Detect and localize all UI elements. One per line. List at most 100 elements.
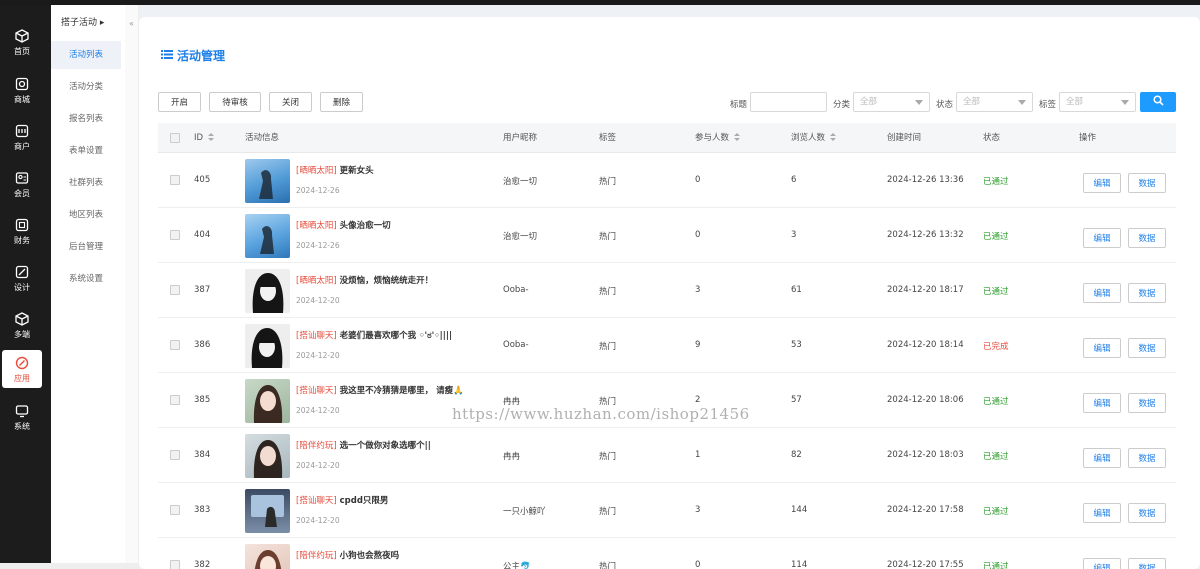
data-button[interactable]: 数据 <box>1128 283 1166 303</box>
row-checkbox[interactable] <box>170 395 180 405</box>
edit-button[interactable]: 编辑 <box>1083 338 1121 358</box>
rail-item-home[interactable]: 首页 <box>2 23 42 61</box>
row-checkbox[interactable] <box>170 175 180 185</box>
activity-title[interactable]: [陪伴约玩] 选一个做你对象选哪个|| <box>296 439 431 451</box>
status-filter-value: 全部 <box>963 97 981 107</box>
tag: 热门 <box>599 507 617 517</box>
rail-item-multi[interactable]: 多端 <box>2 306 42 344</box>
activity-title[interactable]: [晒晒太阳] 没烦恼，烦恼统统走开！ <box>296 274 433 286</box>
data-button[interactable]: 数据 <box>1128 228 1166 248</box>
tag-filter-select[interactable]: 全部 <box>1059 92 1136 112</box>
rail-item-mall[interactable]: 商城 <box>2 71 42 109</box>
activity-thumbnail[interactable] <box>245 379 290 423</box>
data-button[interactable]: 数据 <box>1128 448 1166 468</box>
sub-menu-title[interactable]: 搭子活动 ▸ <box>61 15 104 28</box>
rail-label: 会员 <box>14 188 30 198</box>
sub-item-form-settings[interactable]: 表单设置 <box>51 137 121 165</box>
activity-thumbnail[interactable] <box>245 434 290 478</box>
row-checkbox[interactable] <box>170 230 180 240</box>
sub-item-region-list[interactable]: 地区列表 <box>51 201 121 229</box>
edit-button[interactable]: 编辑 <box>1083 393 1121 413</box>
activity-category: [陪伴约玩] <box>296 441 337 451</box>
delete-button[interactable]: 删除 <box>320 92 363 112</box>
activity-title[interactable]: [陪伴约玩] 小狗也会熬夜吗 <box>296 549 399 561</box>
edit-button[interactable]: 编辑 <box>1083 283 1121 303</box>
th-id[interactable]: ID <box>194 123 215 153</box>
tag-filter-value: 全部 <box>1066 97 1084 107</box>
user-nickname: Ooba- <box>503 340 529 350</box>
search-button[interactable] <box>1140 92 1176 112</box>
sub-item-signup-list[interactable]: 报名列表 <box>51 105 121 133</box>
rail-item-member[interactable]: 会员 <box>2 165 42 203</box>
chevron-down-icon <box>1018 100 1026 105</box>
status-filter-select[interactable]: 全部 <box>956 92 1033 112</box>
activity-category: [晒晒太阳] <box>296 276 337 286</box>
rail-label: 财务 <box>14 235 30 245</box>
activity-thumbnail[interactable] <box>245 324 290 368</box>
view-count: 3 <box>791 230 797 240</box>
category-filter-select[interactable]: 全部 <box>853 92 930 112</box>
list-icon <box>161 49 173 63</box>
th-view-count[interactable]: 浏览人数 <box>791 123 837 153</box>
data-button[interactable]: 数据 <box>1128 173 1166 193</box>
created-time: 2024-12-20 17:58 <box>887 505 964 515</box>
th-status: 状态 <box>983 133 1001 143</box>
title-filter-input[interactable] <box>750 92 827 112</box>
th-view-count-text: 浏览人数 <box>791 133 826 143</box>
rail-item-finance[interactable]: 财务 <box>2 212 42 250</box>
activity-category: [晒晒太阳] <box>296 221 337 231</box>
row-checkbox[interactable] <box>170 450 180 460</box>
open-button[interactable]: 开启 <box>158 92 201 112</box>
table-row: 382 [陪伴约玩] 小狗也会熬夜吗 2024-12-20 公主🐬 热门 0 1… <box>158 538 1176 569</box>
activity-title[interactable]: [搭讪聊天] 老婆们最喜欢哪个我 ◦'ಠ'◦|||| <box>296 329 452 341</box>
select-all-checkbox[interactable] <box>170 133 180 143</box>
activity-thumbnail[interactable] <box>245 159 290 203</box>
sub-item-admin[interactable]: 后台管理 <box>51 233 121 261</box>
edit-button[interactable]: 编辑 <box>1083 558 1121 569</box>
row-checkbox[interactable] <box>170 505 180 515</box>
data-button[interactable]: 数据 <box>1128 393 1166 413</box>
collapse-sidebar-button[interactable]: « <box>125 5 139 569</box>
th-join-count[interactable]: 参与人数 <box>695 123 741 153</box>
user-nickname: 治愈一切 <box>503 177 538 187</box>
sub-item-system-settings[interactable]: 系统设置 <box>51 265 121 293</box>
data-button[interactable]: 数据 <box>1128 558 1166 569</box>
activity-thumbnail[interactable] <box>245 269 290 313</box>
edit-button[interactable]: 编辑 <box>1083 173 1121 193</box>
activity-title[interactable]: [晒晒太阳] 更新女头 <box>296 164 374 176</box>
multi-terminal-icon <box>14 311 30 327</box>
activity-thumbnail[interactable] <box>245 489 290 533</box>
sub-item-community-list[interactable]: 社群列表 <box>51 169 121 197</box>
row-checkbox[interactable] <box>170 285 180 295</box>
app-icon <box>14 355 30 371</box>
view-count: 57 <box>791 395 802 405</box>
row-checkbox[interactable] <box>170 340 180 350</box>
edit-button[interactable]: 编辑 <box>1083 503 1121 523</box>
sub-item-activity-category[interactable]: 活动分类 <box>51 73 121 101</box>
pending-review-button[interactable]: 待审核 <box>209 92 261 112</box>
activity-title[interactable]: [搭讪聊天] cpdd只限男 <box>296 494 388 506</box>
rail-item-apps[interactable]: 应用 <box>2 350 42 388</box>
tag: 热门 <box>599 287 617 297</box>
row-id: 386 <box>194 340 211 350</box>
data-button[interactable]: 数据 <box>1128 338 1166 358</box>
created-time: 2024-12-20 18:03 <box>887 450 964 460</box>
activity-title[interactable]: [搭讪聊天] 我这里不冷猜猜是哪里， 请瘦🙏 <box>296 384 464 396</box>
edit-button[interactable]: 编辑 <box>1083 228 1121 248</box>
rail-item-design[interactable]: 设计 <box>2 259 42 297</box>
close-button[interactable]: 关闭 <box>269 92 312 112</box>
edit-button[interactable]: 编辑 <box>1083 448 1121 468</box>
row-checkbox[interactable] <box>170 560 180 569</box>
activity-thumbnail[interactable] <box>245 214 290 258</box>
rail-item-merchant[interactable]: 商户 <box>2 118 42 156</box>
sub-item-activity-list[interactable]: 活动列表 <box>51 41 121 69</box>
activity-title-text: 小狗也会熬夜吗 <box>339 551 400 561</box>
sort-icon <box>830 133 837 142</box>
activity-date: 2024-12-20 <box>296 296 340 305</box>
join-count: 2 <box>695 395 701 405</box>
category-filter-value: 全部 <box>860 97 878 107</box>
data-button[interactable]: 数据 <box>1128 503 1166 523</box>
activity-thumbnail[interactable] <box>245 544 290 569</box>
activity-title[interactable]: [晒晒太阳] 头像治愈一切 <box>296 219 391 231</box>
rail-item-system[interactable]: 系统 <box>2 398 42 436</box>
